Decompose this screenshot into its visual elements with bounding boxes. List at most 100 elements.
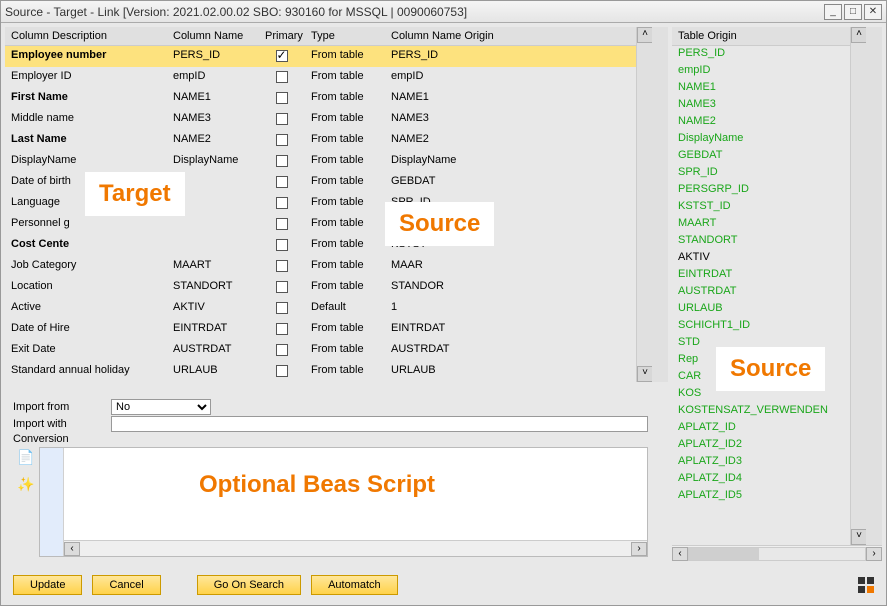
list-item[interactable]: SCHICHT1_ID (672, 318, 866, 335)
list-item[interactable]: STANDORT (672, 233, 866, 250)
list-item[interactable]: APLATZ_ID4 (672, 471, 866, 488)
cell-primary[interactable] (259, 193, 305, 214)
scroll-left-icon[interactable]: ‹ (672, 547, 688, 561)
cell-primary[interactable] (259, 67, 305, 88)
cell-primary[interactable] (259, 256, 305, 277)
list-item[interactable]: EINTRDAT (672, 267, 866, 284)
list-item[interactable]: APLATZ_ID3 (672, 454, 866, 471)
cell-primary[interactable] (259, 235, 305, 256)
scroll-left-icon[interactable]: ‹ (64, 542, 80, 556)
table-row[interactable]: LocationSTANDORTFrom tableSTANDOR (5, 277, 652, 298)
checkbox-icon[interactable] (276, 344, 288, 356)
list-item[interactable]: PERS_ID (672, 46, 866, 63)
maximize-button[interactable]: □ (844, 4, 862, 20)
table-row[interactable]: ActiveAKTIVDefault1 (5, 298, 652, 319)
checkbox-icon[interactable] (276, 218, 288, 230)
cell-primary[interactable] (259, 319, 305, 340)
col-name-header[interactable]: Column Name (167, 27, 259, 45)
cell-primary[interactable] (259, 214, 305, 235)
checkbox-icon[interactable] (276, 71, 288, 83)
cell-primary[interactable] (259, 46, 305, 67)
col-desc-header[interactable]: Column Description (5, 27, 167, 45)
automatch-button[interactable]: Automatch (311, 575, 398, 595)
origin-hscroll[interactable]: ‹ › (672, 545, 882, 561)
checkbox-icon[interactable] (276, 302, 288, 314)
checkbox-icon[interactable] (276, 134, 288, 146)
cell-primary[interactable] (259, 277, 305, 298)
checkbox-icon[interactable] (276, 50, 288, 62)
table-row[interactable]: First NameNAME1From tableNAME1 (5, 88, 652, 109)
origin-vscroll[interactable]: ˄ ˅ (850, 27, 866, 545)
resize-grip-icon[interactable] (858, 577, 874, 593)
cell-primary[interactable] (259, 130, 305, 151)
target-grid[interactable]: Column Description Column Name Primary T… (5, 27, 668, 382)
table-row[interactable]: Date of HireEINTRDATFrom tableEINTRDAT (5, 319, 652, 340)
minimize-button[interactable]: _ (824, 4, 842, 20)
scroll-right-icon[interactable]: › (631, 542, 647, 556)
table-row[interactable]: Job CategoryMAARTFrom tableMAAR (5, 256, 652, 277)
list-item[interactable]: NAME3 (672, 97, 866, 114)
cell-primary[interactable] (259, 340, 305, 361)
conversion-editor[interactable]: ‹ › (39, 447, 648, 557)
table-row[interactable]: Cost CenteFrom tableKSTST (5, 235, 652, 256)
origin-grid[interactable]: Table Origin PERS_IDempIDNAME1NAME3NAME2… (672, 27, 882, 545)
scroll-down-icon[interactable]: ˅ (851, 529, 867, 545)
list-item[interactable]: APLATZ_ID2 (672, 437, 866, 454)
cell-primary[interactable] (259, 109, 305, 130)
scroll-right-icon[interactable]: › (866, 547, 882, 561)
list-item[interactable]: KSTST_ID (672, 199, 866, 216)
import-with-input[interactable] (111, 416, 648, 432)
list-item[interactable]: SPR_ID (672, 165, 866, 182)
cell-primary[interactable] (259, 298, 305, 319)
list-item[interactable]: AUSTRDAT (672, 284, 866, 301)
table-row[interactable]: Personnel gFrom tablePERSG (5, 214, 652, 235)
list-item[interactable]: PERSGRP_ID (672, 182, 866, 199)
cell-primary[interactable] (259, 151, 305, 172)
list-item[interactable]: APLATZ_ID5 (672, 488, 866, 505)
list-item[interactable]: empID (672, 63, 866, 80)
scroll-down-icon[interactable]: ˅ (637, 366, 653, 382)
checkbox-icon[interactable] (276, 197, 288, 209)
table-row[interactable]: Date of birthFrom tableGEBDAT (5, 172, 652, 193)
table-row[interactable]: DisplayNameDisplayNameFrom tableDisplayN… (5, 151, 652, 172)
list-item[interactable]: GEBDAT (672, 148, 866, 165)
table-row[interactable]: Employer IDempIDFrom tableempID (5, 67, 652, 88)
cell-primary[interactable] (259, 172, 305, 193)
table-row[interactable]: Standard annual holidayURLAUBFrom tableU… (5, 361, 652, 382)
document-icon[interactable]: 📄 (17, 449, 34, 466)
table-row[interactable]: Exit DateAUSTRDATFrom tableAUSTRDAT (5, 340, 652, 361)
list-item[interactable]: MAART (672, 216, 866, 233)
list-item[interactable]: KOSTENSATZ_VERWENDEN (672, 403, 866, 420)
list-item[interactable]: STD (672, 335, 866, 352)
close-button[interactable]: ✕ (864, 4, 882, 20)
wand-icon[interactable]: ✨ (17, 476, 34, 493)
list-item[interactable]: NAME1 (672, 80, 866, 97)
editor-hscroll[interactable]: ‹ › (64, 540, 647, 556)
list-item[interactable]: KOS (672, 386, 866, 403)
list-item[interactable]: NAME2 (672, 114, 866, 131)
table-row[interactable]: Employee numberPERS_IDFrom tablePERS_ID (5, 46, 652, 67)
go-on-search-button[interactable]: Go On Search (197, 575, 301, 595)
list-item[interactable]: DisplayName (672, 131, 866, 148)
checkbox-icon[interactable] (276, 281, 288, 293)
checkbox-icon[interactable] (276, 365, 288, 377)
col-origin-header[interactable]: Column Name Origin (385, 27, 652, 45)
checkbox-icon[interactable] (276, 113, 288, 125)
table-row[interactable]: Last NameNAME2From tableNAME2 (5, 130, 652, 151)
list-item[interactable]: URLAUB (672, 301, 866, 318)
scroll-up-icon[interactable]: ˄ (851, 27, 867, 43)
list-item[interactable]: AKTIV (672, 250, 866, 267)
list-item[interactable]: CAR (672, 369, 866, 386)
cancel-button[interactable]: Cancel (92, 575, 160, 595)
list-item[interactable]: APLATZ_ID (672, 420, 866, 437)
col-type-header[interactable]: Type (305, 27, 385, 45)
checkbox-icon[interactable] (276, 176, 288, 188)
checkbox-icon[interactable] (276, 239, 288, 251)
list-item[interactable]: Rep (672, 352, 866, 369)
target-vscroll[interactable]: ˄ ˅ (636, 27, 652, 382)
scroll-up-icon[interactable]: ˄ (637, 27, 653, 43)
cell-primary[interactable] (259, 88, 305, 109)
checkbox-icon[interactable] (276, 92, 288, 104)
checkbox-icon[interactable] (276, 323, 288, 335)
checkbox-icon[interactable] (276, 155, 288, 167)
